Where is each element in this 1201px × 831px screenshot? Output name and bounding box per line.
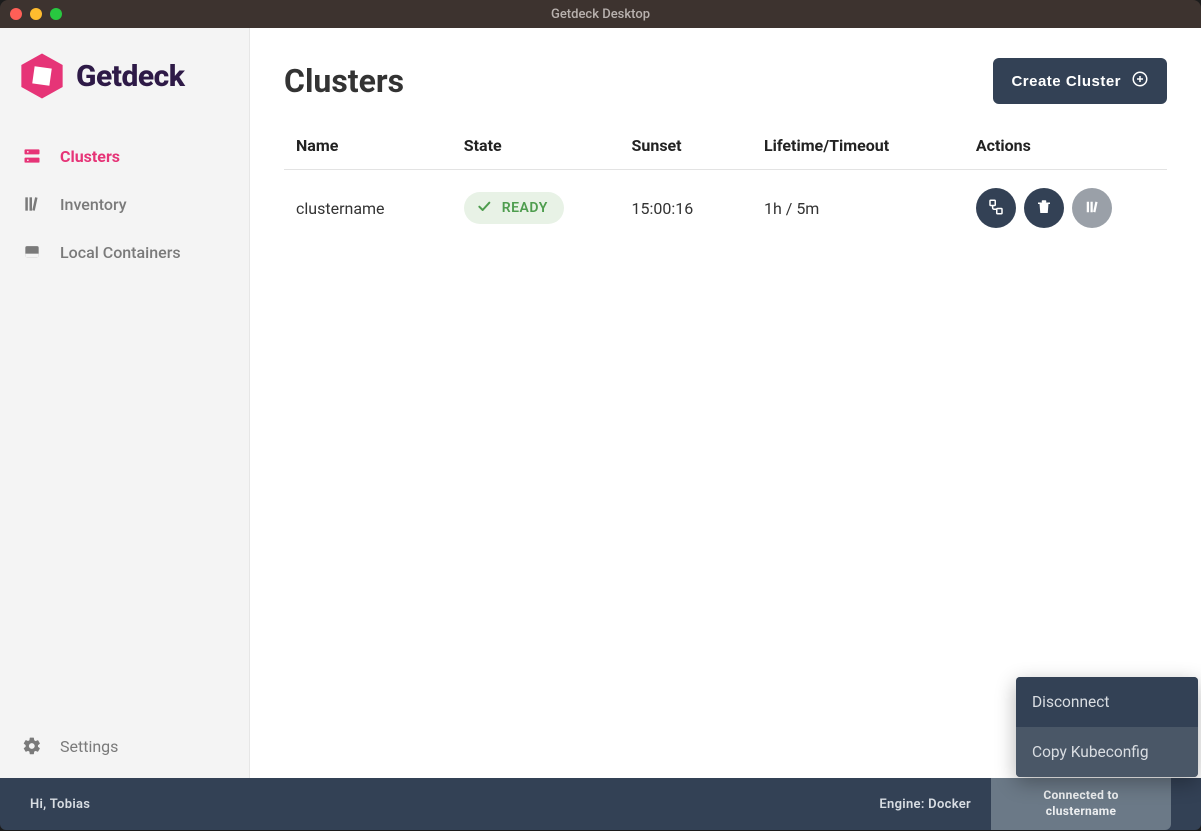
connected-line1: Connected to	[1043, 788, 1118, 804]
traffic-lights	[10, 8, 62, 20]
cell-state: READY	[452, 170, 620, 247]
server-icon	[22, 146, 42, 166]
col-state: State	[452, 126, 620, 170]
plus-circle-icon	[1131, 70, 1149, 92]
connect-button[interactable]	[976, 188, 1016, 228]
sidebar-item-label: Inventory	[60, 195, 127, 214]
window-title: Getdeck Desktop	[551, 7, 650, 22]
menu-item-disconnect[interactable]: Disconnect	[1016, 677, 1198, 727]
container-icon	[22, 242, 42, 262]
maximize-window-button[interactable]	[50, 8, 62, 20]
footer: Hi, Tobias Engine: Docker Connected to c…	[0, 778, 1201, 830]
page-title: Clusters	[284, 62, 404, 100]
col-sunset: Sunset	[620, 126, 752, 170]
cell-name: clustername	[284, 170, 452, 247]
status-badge: READY	[464, 192, 564, 224]
sidebar-item-local-containers[interactable]: Local Containers	[0, 228, 249, 276]
settings-label: Settings	[60, 737, 118, 756]
col-name: Name	[284, 126, 452, 170]
gear-icon	[22, 736, 42, 756]
sidebar: Getdeck Clusters Inventory Local Contain…	[0, 28, 250, 778]
connected-line2: clustername	[1046, 804, 1117, 820]
sidebar-item-clusters[interactable]: Clusters	[0, 132, 249, 180]
page-header: Clusters Create Cluster	[284, 58, 1167, 104]
clusters-table: Name State Sunset Lifetime/Timeout Actio…	[284, 126, 1167, 246]
shelf-button[interactable]	[1072, 188, 1112, 228]
connection-menu: Disconnect Copy Kubeconfig	[1016, 677, 1198, 777]
create-cluster-label: Create Cluster	[1011, 73, 1121, 90]
menu-item-copy-kubeconfig[interactable]: Copy Kubeconfig	[1016, 727, 1198, 777]
brand-name: Getdeck	[76, 59, 184, 94]
create-cluster-button[interactable]: Create Cluster	[993, 58, 1167, 104]
cell-actions	[964, 170, 1167, 247]
minimize-window-button[interactable]	[30, 8, 42, 20]
nav: Clusters Inventory Local Containers	[0, 128, 249, 720]
col-actions: Actions	[964, 126, 1167, 170]
main-content: Clusters Create Cluster Name State Sunse…	[250, 28, 1201, 778]
menu-item-label: Disconnect	[1032, 693, 1109, 711]
library-icon	[1083, 198, 1101, 219]
connection-status-button[interactable]: Connected to clustername	[991, 778, 1171, 830]
cell-sunset: 15:00:16	[620, 170, 752, 247]
brand: Getdeck	[0, 28, 249, 128]
delete-button[interactable]	[1024, 188, 1064, 228]
sidebar-item-label: Clusters	[60, 147, 120, 166]
footer-engine: Engine: Docker	[879, 797, 971, 812]
menu-item-label: Copy Kubeconfig	[1032, 743, 1149, 761]
cell-lifetime: 1h / 5m	[752, 170, 964, 247]
sidebar-item-label: Local Containers	[60, 243, 181, 262]
app-shell: Getdeck Clusters Inventory Local Contain…	[0, 28, 1201, 778]
connect-icon	[987, 198, 1005, 219]
trash-icon	[1035, 198, 1053, 219]
sidebar-item-inventory[interactable]: Inventory	[0, 180, 249, 228]
table-row: clustername READY 15:00:16 1h / 5m	[284, 170, 1167, 247]
status-text: READY	[502, 200, 548, 216]
close-window-button[interactable]	[10, 8, 22, 20]
library-icon	[22, 194, 42, 214]
col-lifetime: Lifetime/Timeout	[752, 126, 964, 170]
logo-icon	[18, 52, 66, 100]
footer-greeting: Hi, Tobias	[30, 797, 90, 812]
titlebar: Getdeck Desktop	[0, 0, 1201, 28]
sidebar-item-settings[interactable]: Settings	[0, 720, 249, 778]
check-icon	[476, 198, 492, 218]
